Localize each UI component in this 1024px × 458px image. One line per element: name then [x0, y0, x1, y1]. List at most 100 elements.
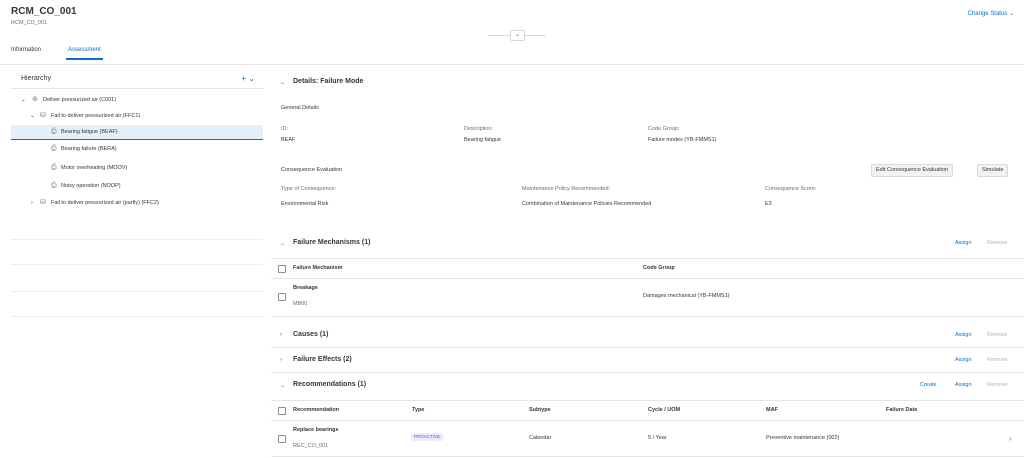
chevron-down-icon[interactable]: ⌄: [280, 79, 285, 86]
tab-information[interactable]: Information: [11, 47, 41, 53]
select-all-checkbox[interactable]: [278, 265, 286, 273]
chevron-down-icon: ⌄: [514, 32, 521, 38]
chevron-down-icon[interactable]: ⌄: [21, 93, 26, 107]
remove-button[interactable]: Remove: [987, 332, 1007, 338]
collapse-button[interactable]: ⌄: [510, 30, 525, 41]
object-header: RCM_CO_001 RCM_CO_001 Change Status ⌄ ⌄ …: [0, 0, 1024, 65]
tree-item-label: Bearing fatigue (BEAF): [61, 129, 118, 135]
maf-value: Preventive maintenance (002): [766, 435, 840, 441]
remove-button[interactable]: Remove: [987, 382, 1007, 388]
column-header-type: Type: [412, 407, 425, 413]
column-header-subtype: Subtype: [529, 407, 551, 413]
row-checkbox[interactable]: [278, 435, 286, 443]
list-separator: [11, 239, 263, 240]
hierarchy-header: Hierarchy + ⌄: [11, 72, 263, 89]
description-value: Bearing fatigue: [464, 137, 501, 143]
assign-button[interactable]: Assign: [955, 382, 972, 388]
assign-button[interactable]: Assign: [955, 332, 972, 338]
function-icon: ⊚: [32, 96, 38, 103]
tree-item-failure-mode[interactable]: ⎙ Motor overheating (MOOV): [11, 161, 263, 175]
details-panel: ⌄ Details: Failure Mode General Details …: [271, 72, 1024, 458]
tree-item-label: Fail to deliver pressurized air (FFC1): [51, 113, 141, 119]
table-divider: [271, 400, 1024, 401]
chevron-down-icon[interactable]: ⌄: [280, 382, 285, 389]
add-node-button[interactable]: + ⌄: [241, 74, 255, 83]
score-label: Consequence Score:: [765, 186, 817, 192]
functional-failure-icon: ⛁: [40, 112, 46, 119]
list-separator: [11, 264, 263, 265]
failure-effects-title: Failure Effects (2): [293, 356, 352, 363]
chevron-down-icon[interactable]: ⌄: [30, 109, 35, 123]
failure-effects-section-header[interactable]: › Failure Effects (2) Assign Remove: [271, 353, 1024, 371]
failure-mechanisms-section-header[interactable]: ⌄ Failure Mechanisms (1) Assign Remove: [271, 236, 1024, 254]
details-section-header[interactable]: ⌄ Details: Failure Mode: [271, 75, 1024, 93]
assign-button[interactable]: Assign: [955, 357, 972, 363]
column-header-cycle: Cycle / UOM: [648, 407, 681, 413]
chevron-down-icon[interactable]: ⌄: [280, 240, 285, 247]
remove-button[interactable]: Remove: [987, 240, 1007, 246]
create-button[interactable]: Create: [920, 382, 937, 388]
tree-item-function[interactable]: ⌄ ⊚ Deliver pressurized air (C001): [11, 93, 263, 107]
consequence-type-value: Environmental Risk: [281, 201, 329, 207]
chevron-right-icon[interactable]: ›: [280, 357, 282, 363]
consequence-title: Consequence Evaluation: [281, 167, 343, 173]
failure-mode-icon: ⎙: [51, 164, 57, 171]
remove-button[interactable]: Remove: [987, 357, 1007, 363]
hierarchy-title: Hierarchy: [21, 75, 51, 82]
code-group-value: Failure modes (YB-FMMS1): [648, 137, 717, 143]
chevron-right-icon[interactable]: ›: [280, 332, 282, 338]
consequence-type-label: Type of Consequence:: [281, 186, 337, 192]
description-label: Description:: [464, 126, 494, 132]
recommendation-name: Replace bearings: [293, 427, 339, 433]
section-divider: [271, 372, 1024, 373]
page-title: RCM_CO_001: [11, 6, 77, 17]
tree-item-label: Bearing failure (BERA): [61, 146, 117, 152]
table-row[interactable]: Replace bearings REC_CO_001 PROACTIVE Ca…: [271, 421, 1024, 455]
column-header-failure-date: Failure Date: [886, 407, 918, 413]
select-all-checkbox[interactable]: [278, 407, 286, 415]
hierarchy-panel: Hierarchy + ⌄ ⌄ ⊚ Deliver pressurized ai…: [11, 72, 263, 458]
details-title: Details: Failure Mode: [293, 78, 364, 85]
general-details-title: General Details: [281, 105, 319, 111]
assign-button[interactable]: Assign: [955, 240, 972, 246]
failure-mode-icon: ⎙: [51, 145, 57, 152]
causes-title: Causes (1): [293, 331, 329, 338]
chevron-right-icon[interactable]: ›: [1009, 434, 1012, 443]
column-header-failure-mechanism: Failure Mechanism: [293, 265, 343, 271]
chevron-right-icon[interactable]: ›: [31, 196, 33, 210]
change-status-button[interactable]: Change Status ⌄: [968, 10, 1014, 17]
tab-bar: Information Assessment: [0, 44, 1024, 65]
tree-item-label: Fail to deliver pressurized air (partly)…: [51, 200, 159, 206]
failure-mode-icon: ⎙: [51, 182, 57, 189]
tree-item-label: Deliver pressurized air (C001): [43, 97, 117, 103]
page-subtitle: RCM_CO_001: [11, 20, 48, 26]
recommendations-section-header[interactable]: ⌄ Recommendations (1) Create Assign Remo…: [271, 378, 1024, 396]
edit-consequence-button[interactable]: Edit Consequence Evaluation: [871, 164, 954, 177]
list-separator: [11, 291, 263, 292]
tree-item-failure-mode[interactable]: ⎙ Bearing failure (BERA): [11, 142, 263, 156]
cycle-value: 5 / Year: [648, 435, 667, 441]
tree-item-failure-mode-selected[interactable]: ⎙ Bearing fatigue (BEAF): [11, 125, 263, 140]
policy-label: Maintenance Policy Recommended:: [522, 186, 611, 192]
column-header-code-group: Code Group: [643, 265, 675, 271]
table-divider: [271, 316, 1024, 317]
failure-mechanisms-title: Failure Mechanisms (1): [293, 239, 371, 246]
functional-failure-icon: ⛁: [40, 199, 46, 206]
tree-item-functional-failure[interactable]: ⌄ ⛁ Fail to deliver pressurized air (FFC…: [11, 109, 263, 123]
causes-section-header[interactable]: › Causes (1) Assign Remove: [271, 328, 1024, 346]
policy-value: Combination of Maintenance Policies Reco…: [522, 201, 652, 207]
table-row[interactable]: Breakage MB00 Damages mechanical (YB-FMM…: [271, 279, 1024, 315]
recommendation-id: REC_CO_001: [293, 443, 329, 449]
mechanism-code-group: Damages mechanical (YB-FMMS1): [643, 293, 730, 299]
header-collapse: ⌄: [488, 28, 546, 42]
simulate-button[interactable]: Simulate: [977, 164, 1009, 177]
tree-item-label: Noisy operation (NOOP): [61, 183, 121, 189]
list-separator: [11, 316, 263, 317]
tab-assessment[interactable]: Assessment: [66, 47, 103, 60]
row-checkbox[interactable]: [278, 293, 286, 301]
code-group-label: Code Group:: [648, 126, 680, 132]
id-value: BEAF: [281, 137, 296, 143]
mechanism-id: MB00: [293, 301, 308, 307]
tree-item-functional-failure[interactable]: › ⛁ Fail to deliver pressurized air (par…: [11, 196, 263, 210]
tree-item-failure-mode[interactable]: ⎙ Noisy operation (NOOP): [11, 179, 263, 193]
